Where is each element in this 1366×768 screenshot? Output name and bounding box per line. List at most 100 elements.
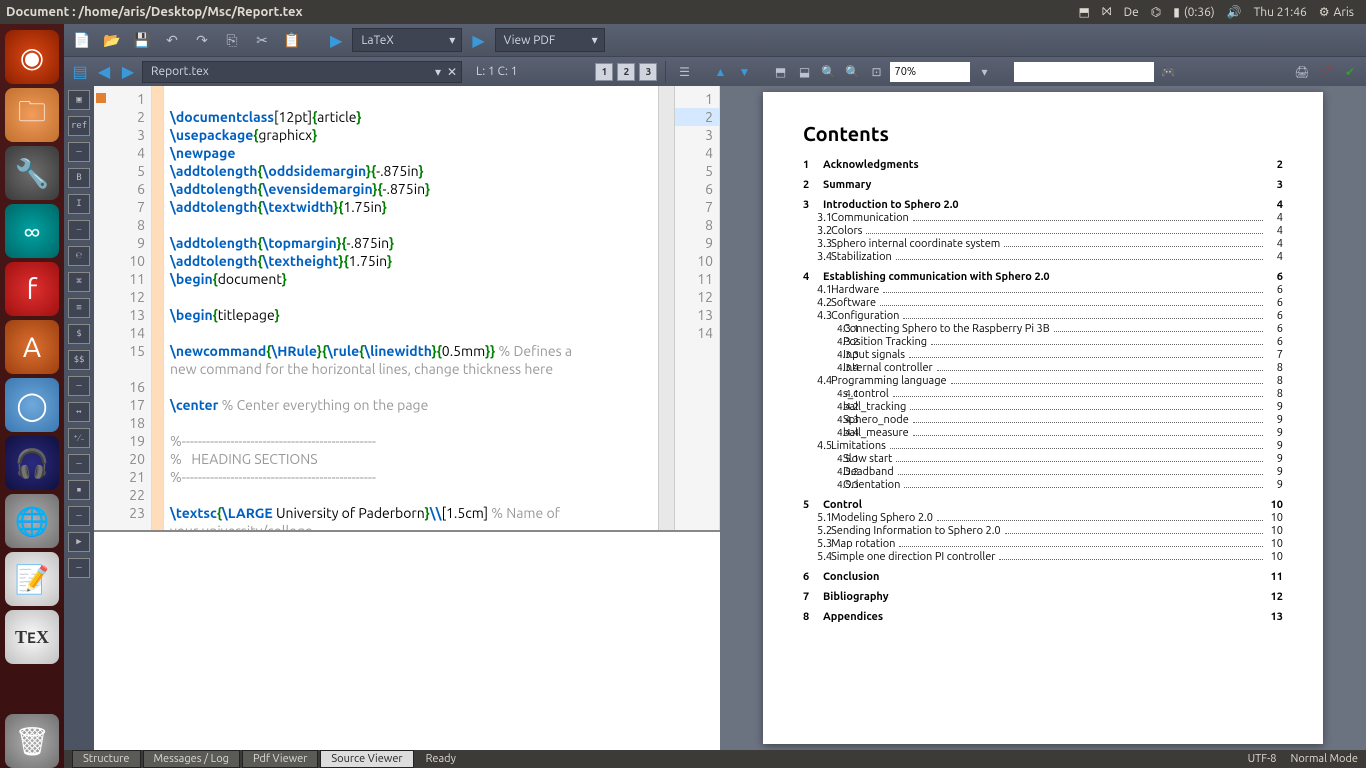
toc-entry[interactable]: 4.3.4Internal controller8: [803, 362, 1283, 374]
side-tool-2[interactable]: —: [68, 142, 90, 162]
prev-tab-button[interactable]: ◀: [94, 62, 114, 82]
side-tool-12[interactable]: ↔: [68, 402, 90, 422]
toc-entry[interactable]: 4.3.2Position Tracking6: [803, 336, 1283, 348]
toc-entry[interactable]: 5.3Map rotation10: [803, 538, 1283, 550]
user-menu[interactable]: ⚙ Aris: [1319, 5, 1354, 19]
view-button[interactable]: ▶: [472, 31, 484, 50]
toc-entry[interactable]: 5Control10: [803, 499, 1283, 511]
toc-entry[interactable]: 3.3Sphero internal coordinate system4: [803, 238, 1283, 250]
log-textarea[interactable]: [94, 532, 720, 750]
bluetooth-icon[interactable]: ⌬: [1151, 5, 1161, 19]
next-tab-button[interactable]: ▶: [118, 62, 138, 82]
software-center-icon[interactable]: A: [5, 320, 59, 374]
open-file-button[interactable]: 📂: [100, 28, 124, 52]
view-mode-dropdown[interactable]: View PDF: [495, 28, 605, 52]
toc-entry[interactable]: 4.5Limitations9: [803, 440, 1283, 452]
texstudio-icon[interactable]: TEX: [5, 610, 59, 664]
breakpoint-column[interactable]: [152, 86, 164, 530]
column-1-button[interactable]: 1: [595, 63, 613, 81]
close-tab-icon[interactable]: ✕: [447, 65, 457, 79]
status-tab-source-viewer[interactable]: Source Viewer: [320, 750, 413, 768]
side-tool-14[interactable]: —: [68, 454, 90, 474]
toc-entry[interactable]: 5.1Modeling Sphero 2.010: [803, 512, 1283, 524]
code-editor[interactable]: 123456789101112131415 1617181920212223 \…: [94, 86, 720, 530]
code-content[interactable]: \documentclass[12pt]{article}\usepackage…: [164, 86, 658, 530]
arduino-icon[interactable]: ∞: [5, 204, 59, 258]
fritzing-icon[interactable]: f: [5, 262, 59, 316]
side-tool-9[interactable]: $: [68, 324, 90, 344]
toc-entry[interactable]: 5.2Sending Information to Sphero 2.010: [803, 525, 1283, 537]
toc-entry[interactable]: 4.5.2Deadband9: [803, 466, 1283, 478]
side-tool-13[interactable]: ⁺⁄₋: [68, 428, 90, 448]
toc-entry[interactable]: 3.1Communication4: [803, 212, 1283, 224]
scroll-sync-icon[interactable]: ⬓: [794, 62, 814, 82]
wifi-icon[interactable]: ⨝: [1102, 5, 1112, 19]
dropbox-icon[interactable]: ⬒: [1079, 5, 1090, 19]
zoom-dropdown-icon[interactable]: ▾: [974, 62, 994, 82]
build-mode-dropdown[interactable]: LaTeX: [352, 28, 462, 52]
side-tool-18[interactable]: —: [68, 558, 90, 578]
toc-entry[interactable]: 2Summary3: [803, 179, 1283, 191]
toc-entry[interactable]: 4.1Hardware6: [803, 284, 1283, 296]
trash-icon[interactable]: 🗑: [5, 714, 59, 768]
side-tool-4[interactable]: I: [68, 194, 90, 214]
flag-icon[interactable]: 🏳: [1316, 62, 1336, 82]
marble-icon[interactable]: 🌐: [5, 494, 59, 548]
zoom-fit-icon[interactable]: ⊡: [866, 62, 886, 82]
audacity-icon[interactable]: 🎧: [5, 436, 59, 490]
toc-entry[interactable]: 4.4.4ball_measure9: [803, 427, 1283, 439]
toc-entry[interactable]: 4.2Software6: [803, 297, 1283, 309]
redo-button[interactable]: ↷: [190, 28, 214, 52]
side-tool-10[interactable]: $$: [68, 350, 90, 370]
side-tool-15[interactable]: ▪: [68, 480, 90, 500]
document-tab[interactable]: Report.tex ✕: [142, 61, 462, 83]
toc-entry[interactable]: 3Introduction to Sphero 2.04: [803, 199, 1283, 211]
toc-entry[interactable]: 4.4.3Sphero_node9: [803, 414, 1283, 426]
pdf-viewer[interactable]: Contents 1Acknowledgments22Summary33Intr…: [720, 86, 1366, 750]
zoom-in-icon[interactable]: 🔍: [842, 62, 862, 82]
zoom-input[interactable]: 70%: [890, 62, 970, 82]
toc-entry[interactable]: 6Conclusion11: [803, 571, 1283, 583]
side-tool-8[interactable]: ≡: [68, 298, 90, 318]
tab-menu-button[interactable]: ▤: [70, 62, 90, 82]
files-icon[interactable]: 🗀: [5, 88, 59, 142]
volume-icon[interactable]: 🔊: [1227, 5, 1242, 19]
toc-entry[interactable]: 4.5.3Orientation9: [803, 479, 1283, 491]
toc-entry[interactable]: 4.3.3Input signals7: [803, 349, 1283, 361]
editor-scrollbar[interactable]: [658, 86, 674, 530]
side-tool-7[interactable]: ⌘: [68, 272, 90, 292]
scroll-follow-icon[interactable]: ⬒: [770, 62, 790, 82]
encoding-indicator[interactable]: UTF-8: [1248, 753, 1277, 765]
print-icon[interactable]: 🖨: [1292, 62, 1312, 82]
status-tab-structure[interactable]: Structure: [72, 750, 141, 768]
gedit-icon[interactable]: 📝: [5, 552, 59, 606]
toc-entry[interactable]: 4.4.2ball_tracking9: [803, 401, 1283, 413]
toc-entry[interactable]: 5.4Simple one direction PI controller10: [803, 551, 1283, 563]
spellcheck-icon[interactable]: ✔: [1340, 62, 1360, 82]
toc-entry[interactable]: 3.4Stabilization4: [803, 251, 1283, 263]
mode-indicator[interactable]: Normal Mode: [1290, 753, 1358, 765]
dash-icon[interactable]: ◉: [5, 30, 59, 84]
toc-entry[interactable]: 4.3Configuration6: [803, 310, 1283, 322]
side-tool-6[interactable]: ℮: [68, 246, 90, 266]
status-tab-messages-log[interactable]: Messages / Log: [143, 750, 240, 768]
toc-entry[interactable]: 4.3.1Connecting Sphero to the Raspberry …: [803, 323, 1283, 335]
cut-button[interactable]: ✂: [250, 28, 274, 52]
toc-entry[interactable]: 4.4Programming language8: [803, 375, 1283, 387]
paste-button[interactable]: 📋: [280, 28, 304, 52]
side-tool-11[interactable]: —: [68, 376, 90, 396]
side-tool-16[interactable]: —: [68, 506, 90, 526]
gamepad-icon[interactable]: 🎮: [1158, 62, 1178, 82]
status-tab-pdf-viewer[interactable]: Pdf Viewer: [242, 750, 318, 768]
datetime-indicator[interactable]: Thu 21:46: [1254, 6, 1307, 19]
toc-entry[interactable]: 3.2Colors4: [803, 225, 1283, 237]
toc-entry[interactable]: 7Bibliography12: [803, 591, 1283, 603]
copy-button[interactable]: ⎘: [220, 28, 244, 52]
settings-icon[interactable]: 🔧: [5, 146, 59, 200]
toc-entry[interactable]: 4.4.1s_control8: [803, 388, 1283, 400]
toc-entry[interactable]: 4.5.1Slow start9: [803, 453, 1283, 465]
toc-icon[interactable]: ☰: [674, 62, 694, 82]
side-tool-17[interactable]: ▶: [68, 532, 90, 552]
column-2-button[interactable]: 2: [617, 63, 635, 81]
pdf-search-input[interactable]: [1014, 62, 1154, 82]
